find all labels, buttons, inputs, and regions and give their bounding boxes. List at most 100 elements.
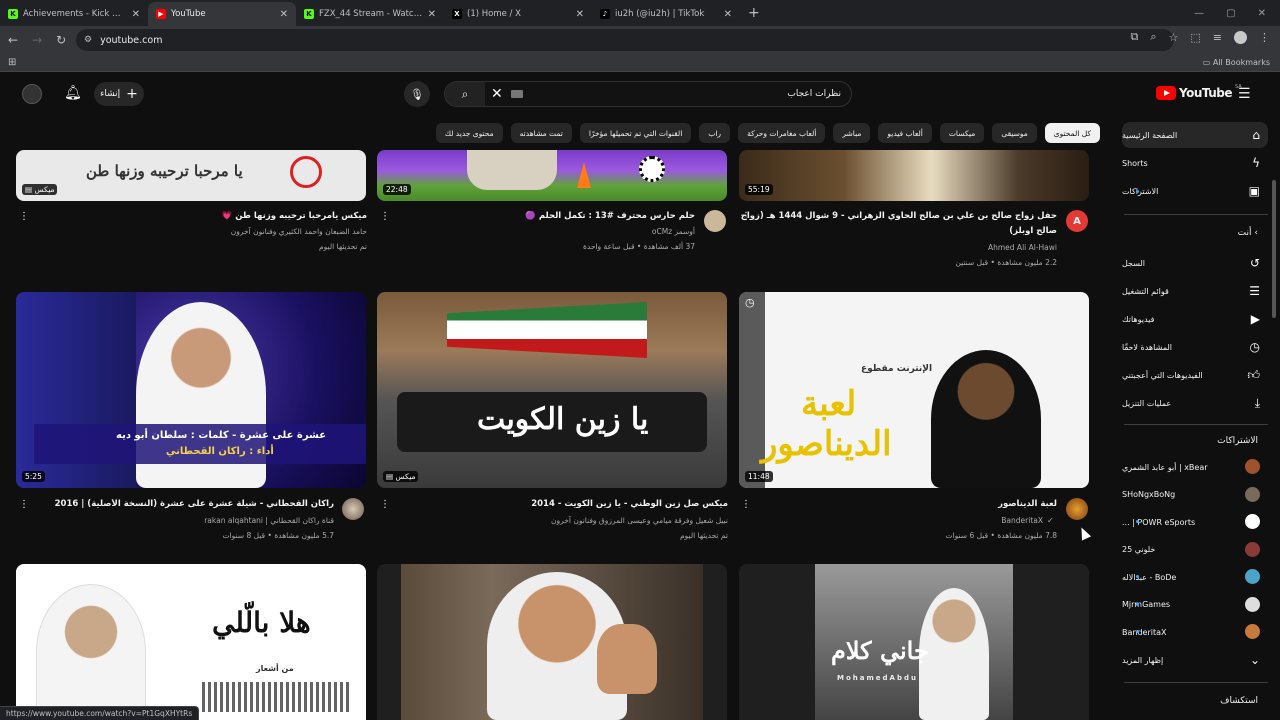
video-thumbnail[interactable]: 22:48 [377, 150, 727, 201]
filter-chip[interactable]: تمت مشاهدته [510, 123, 572, 143]
voice-search-button[interactable]: 🎙︎ [404, 81, 430, 107]
youtube-logo[interactable]: YouTube SA [1156, 84, 1242, 100]
more-actions-icon[interactable]: ⋮ [741, 499, 751, 510]
channel-avatar[interactable] [1066, 498, 1088, 520]
sidebar-item[interactable]: ▶ فيديوهاتك [1122, 306, 1268, 332]
filter-chip[interactable]: القنوات التي تم تحميلها مؤخرًا [579, 123, 692, 143]
video-title[interactable]: ميكس صل زين الوطني - يا زين الكويت - 201… [388, 499, 728, 509]
minimize-icon[interactable]: — [1194, 8, 1204, 19]
video-title[interactable]: حفل زواج صالح بن علي بن صالح الحاوي الزه… [727, 211, 1057, 221]
channel-name[interactable]: أوسمز oCMz [652, 227, 695, 236]
sidebar-item[interactable]: ⌂ الصفحة الرئيسية [1122, 122, 1268, 148]
more-actions-icon[interactable]: ⋮ [19, 499, 29, 510]
channel-avatar[interactable]: A [1066, 210, 1088, 232]
channel-avatar [1245, 514, 1260, 529]
video-title[interactable]: صالح اوبلز) [727, 226, 1057, 236]
you-section-header[interactable]: أنت ‹ [1122, 228, 1268, 238]
browser-tab[interactable]: ♪ iu2h (@iu2h) | TikTok ✕ [592, 2, 740, 26]
filter-chip[interactable]: ألعاب مغامرات وحركة [738, 123, 826, 143]
clear-search-icon[interactable]: ✕ [491, 86, 503, 102]
search-input[interactable]: نظرات اعجاب [523, 89, 851, 99]
new-tab-button[interactable]: + [740, 5, 768, 21]
video-title[interactable]: حلم حارس محترف #13 : تكمل الحلم 🟣 [375, 211, 695, 221]
guide-menu-icon[interactable]: ☰ [1238, 86, 1251, 102]
reload-icon[interactable]: ↻ [56, 33, 66, 47]
install-app-icon[interactable]: ⧉ [1130, 30, 1138, 44]
video-title[interactable]: لعبة الديناصور [727, 499, 1057, 509]
sidebar-item[interactable]: BoDe - عبدالاله [1122, 564, 1268, 590]
video-thumbnail[interactable]: جاني كلام MohamedAbdu [739, 564, 1089, 720]
scrollbar[interactable] [1272, 180, 1276, 318]
video-thumbnail[interactable]: هلا بالّلي من أشعار [16, 564, 366, 720]
channel-avatar[interactable] [704, 210, 726, 232]
more-actions-icon[interactable]: ⋮ [741, 211, 751, 222]
sidebar-item[interactable]: MjrmGames [1122, 592, 1268, 618]
bookmark-star-icon[interactable]: ☆ [1169, 31, 1179, 44]
video-thumbnail[interactable]: عشرة على عشرة - كلمات : سلطان أبو ديه أد… [16, 292, 366, 488]
filter-chip[interactable]: مباشر [833, 123, 871, 143]
video-title[interactable]: ميكس يامرحبا ترحيبه وزنها طن 💗 [37, 211, 367, 221]
sidebar-item[interactable]: POWR eSports | ... [1122, 509, 1268, 535]
sidebar-item[interactable]: خلوني 25 [1122, 537, 1268, 563]
sidebar-item[interactable]: ϟ Shorts [1122, 150, 1268, 176]
filter-chip[interactable]: موسيقى [992, 123, 1037, 143]
maximize-icon[interactable]: ▢ [1226, 8, 1235, 19]
zoom-icon[interactable]: ⌕ [1150, 30, 1156, 44]
more-actions-icon[interactable]: ⋮ [380, 211, 390, 222]
sidebar-item[interactable]: BanderitaX [1122, 619, 1268, 645]
close-tab-icon[interactable]: ✕ [724, 9, 732, 20]
create-button[interactable]: إنشاء + [94, 82, 144, 106]
filter-chip[interactable]: راب [699, 123, 731, 143]
browser-tab[interactable]: ▶ YouTube ✕ [148, 2, 296, 26]
menu-icon[interactable]: ⋮ [1259, 31, 1270, 44]
browser-tab[interactable]: K FZX_44 Stream - Watch Live on ✕ [296, 2, 444, 26]
filter-chip[interactable]: ألعاب فيديو [878, 123, 932, 143]
video-thumbnail[interactable]: يا زين الكويت ▤ ميكس [377, 292, 727, 488]
close-window-icon[interactable]: ✕ [1258, 8, 1266, 19]
profile-avatar[interactable] [1234, 30, 1247, 44]
close-tab-icon[interactable]: ✕ [576, 9, 584, 20]
sidebar-item[interactable]: ⤓ عمليات التنزيل [1122, 390, 1268, 416]
address-bar[interactable]: ⚙ youtube.com [76, 29, 1174, 51]
notifications-icon[interactable]: 🔔︎ [64, 85, 82, 101]
video-thumbnail[interactable]: ◷ الإنترنت مقطوع لعبة الديناصور 11:48 [739, 292, 1089, 488]
media-icon[interactable]: ≡ [1213, 31, 1222, 44]
channel-name[interactable]: نبيل شعيل وفرقة ميامي وعيسى المرزوق وفنا… [551, 516, 728, 525]
more-actions-icon[interactable]: ⋮ [380, 499, 390, 510]
sidebar-item[interactable]: xBear | أبو عابد الشمري [1122, 454, 1268, 480]
filter-chip[interactable]: كل المحتوى [1044, 123, 1100, 143]
filter-chip[interactable]: محتوى جديد لك [435, 123, 503, 143]
video-thumbnail[interactable]: 55:19 [739, 150, 1089, 201]
channel-name[interactable]: حامد الضبعان واحمد الكثيري وفنانون آخرون [231, 227, 367, 236]
sidebar-item[interactable]: ↺ السجل [1122, 250, 1268, 276]
browser-tab[interactable]: X (1) Home / X ✕ [444, 2, 592, 26]
channel-name[interactable]: Ahmed Ali Al-Hawi [988, 243, 1057, 252]
video-thumbnail[interactable] [377, 564, 727, 720]
channel-name[interactable]: BanderitaX [1001, 516, 1043, 525]
sidebar-item[interactable]: ☰ قوائم التشغيل [1122, 278, 1268, 304]
close-tab-icon[interactable]: ✕ [428, 9, 436, 20]
sidebar-item[interactable]: ▣ الاشتراكات [1122, 178, 1268, 204]
extensions-icon[interactable]: ⬚ [1190, 31, 1200, 44]
sidebar-item[interactable]: 👍︎ الفيديوهات التي أعجبتني [1122, 362, 1268, 388]
account-avatar[interactable] [22, 84, 42, 104]
channel-avatar[interactable] [342, 498, 364, 520]
video-title[interactable]: راكان القحطاني - شيلة عشرة على عشرة (الن… [34, 499, 334, 509]
all-bookmarks[interactable]: ▭ All Bookmarks [1203, 58, 1270, 67]
sidebar-item[interactable]: ◷ المشاهدة لاحقًا [1122, 334, 1268, 360]
browser-tab[interactable]: K Achievements - Kick Dashboard ✕ [0, 2, 148, 26]
apps-icon[interactable]: ⊞ [8, 57, 16, 68]
back-icon[interactable]: ← [8, 33, 18, 47]
keyboard-icon[interactable] [510, 90, 523, 98]
site-info-icon[interactable]: ⚙ [84, 35, 92, 45]
close-tab-icon[interactable]: ✕ [280, 9, 288, 20]
show-more-button[interactable]: ⌄ إظهار المزيد [1122, 647, 1268, 673]
video-thumbnail[interactable]: يا مرحبا ترحيبه وزنها طن ▤ ميكس [16, 150, 366, 201]
close-tab-icon[interactable]: ✕ [132, 9, 140, 20]
filter-chip[interactable]: ميكسات [939, 123, 985, 143]
search-button[interactable]: ⌕ [445, 82, 485, 106]
sidebar-item[interactable]: SHoNgxBoNg [1122, 482, 1268, 508]
more-actions-icon[interactable]: ⋮ [19, 211, 29, 222]
channel-name[interactable]: قناة راكان القحطاني | rakan alqahtani [204, 516, 334, 525]
forward-icon[interactable]: → [32, 33, 42, 47]
